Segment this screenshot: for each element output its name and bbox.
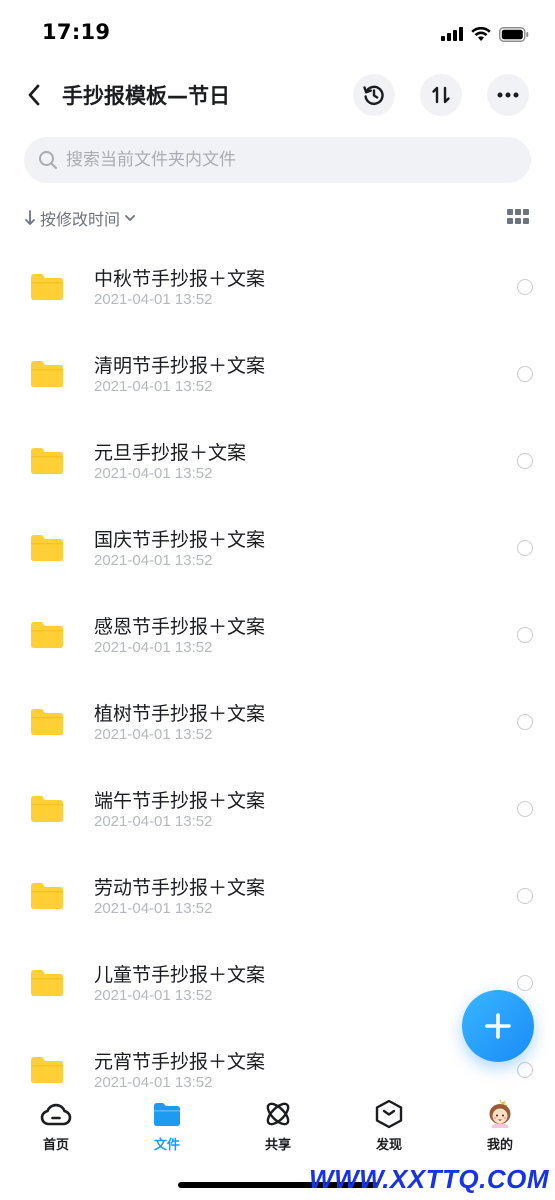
select-radio[interactable] <box>517 627 533 643</box>
search-icon <box>39 151 57 169</box>
chevron-down-icon <box>125 215 135 221</box>
file-name: 清明节手抄报＋文案 <box>94 355 266 377</box>
tab-share[interactable]: 共享 <box>238 1098 318 1158</box>
tab-bar: 首页 文件 共享 发现 我的 <box>0 1092 555 1162</box>
sort-by-dropdown[interactable]: 按修改时间 <box>24 206 136 230</box>
wifi-icon <box>471 26 491 41</box>
folder-icon <box>31 883 63 909</box>
plus-icon <box>485 1013 511 1039</box>
tab-label: 我的 <box>486 1138 513 1153</box>
folder-icon <box>31 796 63 822</box>
file-name: 中秋节手抄报＋文案 <box>94 268 266 290</box>
tab-label: 共享 <box>264 1138 291 1153</box>
more-options-button[interactable] <box>487 74 529 116</box>
battery-icon <box>499 26 529 42</box>
file-date: 2021-04-01 13:52 <box>94 378 213 395</box>
tab-label: 发现 <box>375 1138 402 1153</box>
select-radio[interactable] <box>517 453 533 469</box>
tab-home[interactable]: 首页 <box>16 1098 96 1158</box>
sort-arrows-icon <box>432 86 450 104</box>
folder-icon <box>31 535 63 561</box>
sort-order-button[interactable] <box>420 74 462 116</box>
file-name: 儿童节手抄报＋文案 <box>94 964 266 986</box>
cloud-icon <box>40 1103 72 1126</box>
status-icons <box>441 24 529 44</box>
status-bar: 17:19 <box>0 0 555 64</box>
select-radio[interactable] <box>517 279 533 295</box>
header: 手抄报模板—节日 <box>0 70 555 120</box>
file-name: 劳动节手抄报＋文案 <box>94 877 266 899</box>
list-item[interactable]: 国庆节手抄报＋文案 2021-04-01 13:52 <box>0 505 555 592</box>
select-radio[interactable] <box>517 540 533 556</box>
file-name: 端午节手抄报＋文案 <box>94 790 266 812</box>
file-date: 2021-04-01 13:52 <box>94 987 213 1004</box>
tab-discover[interactable]: 发现 <box>349 1098 429 1158</box>
list-item[interactable]: 感恩节手抄报＋文案 2021-04-01 13:52 <box>0 592 555 679</box>
search-bar[interactable] <box>24 137 531 183</box>
file-date: 2021-04-01 13:52 <box>94 726 213 743</box>
folder-icon <box>31 274 63 300</box>
atom-icon <box>266 1102 290 1126</box>
file-name: 感恩节手抄报＋文案 <box>94 616 266 638</box>
tab-files[interactable]: 文件 <box>127 1098 207 1158</box>
tab-label: 首页 <box>42 1138 69 1153</box>
back-button[interactable] <box>18 78 50 112</box>
arrow-down-icon <box>25 210 35 225</box>
status-time: 17:19 <box>42 20 111 44</box>
sort-label: 按修改时间 <box>40 210 121 229</box>
list-item[interactable]: 清明节手抄报＋文案 2021-04-01 13:52 <box>0 331 555 418</box>
grid-view-icon[interactable] <box>507 209 529 225</box>
add-button[interactable] <box>462 990 534 1062</box>
list-item[interactable]: 端午节手抄报＋文案 2021-04-01 13:52 <box>0 766 555 853</box>
sort-row: 按修改时间 <box>24 204 531 232</box>
file-date: 2021-04-01 13:52 <box>94 813 213 830</box>
file-list: 中秋节手抄报＋文案 2021-04-01 13:52 清明节手抄报＋文案 202… <box>0 244 555 1114</box>
folder-icon <box>154 1103 180 1126</box>
cube-icon <box>375 1099 403 1129</box>
select-radio[interactable] <box>517 1062 533 1078</box>
select-radio[interactable] <box>517 888 533 904</box>
list-item[interactable]: 中秋节手抄报＋文案 2021-04-01 13:52 <box>0 244 555 331</box>
folder-icon <box>31 448 63 474</box>
file-date: 2021-04-01 13:52 <box>94 465 213 482</box>
list-item[interactable]: 元旦手抄报＋文案 2021-04-01 13:52 <box>0 418 555 505</box>
select-radio[interactable] <box>517 975 533 991</box>
avatar-icon <box>489 1099 511 1128</box>
search-input[interactable] <box>66 150 486 170</box>
history-icon <box>363 85 384 106</box>
cellular-signal-icon <box>441 27 463 41</box>
watermark-text: WWW.XXTTQ.COM <box>309 1164 549 1194</box>
file-date: 2021-04-01 13:52 <box>94 291 213 308</box>
select-radio[interactable] <box>517 801 533 817</box>
file-date: 2021-04-01 13:52 <box>94 552 213 569</box>
history-button[interactable] <box>353 74 395 116</box>
folder-icon <box>31 622 63 648</box>
folder-icon <box>31 1057 63 1083</box>
more-horizontal-icon <box>497 92 519 98</box>
select-radio[interactable] <box>517 366 533 382</box>
page-title: 手抄报模板—节日 <box>62 84 230 108</box>
list-item[interactable]: 劳动节手抄报＋文案 2021-04-01 13:52 <box>0 853 555 940</box>
tab-label: 文件 <box>153 1138 180 1153</box>
chevron-left-icon <box>28 84 40 106</box>
tab-mine[interactable]: 我的 <box>460 1098 540 1158</box>
file-name: 元宵节手抄报＋文案 <box>94 1051 266 1073</box>
file-name: 植树节手抄报＋文案 <box>94 703 266 725</box>
list-item[interactable]: 植树节手抄报＋文案 2021-04-01 13:52 <box>0 679 555 766</box>
file-date: 2021-04-01 13:52 <box>94 639 213 656</box>
select-radio[interactable] <box>517 714 533 730</box>
file-name: 国庆节手抄报＋文案 <box>94 529 266 551</box>
folder-icon <box>31 970 63 996</box>
folder-icon <box>31 709 63 735</box>
file-date: 2021-04-01 13:52 <box>94 900 213 917</box>
folder-icon <box>31 361 63 387</box>
file-date: 2021-04-01 13:52 <box>94 1074 213 1091</box>
file-name: 元旦手抄报＋文案 <box>94 442 247 464</box>
